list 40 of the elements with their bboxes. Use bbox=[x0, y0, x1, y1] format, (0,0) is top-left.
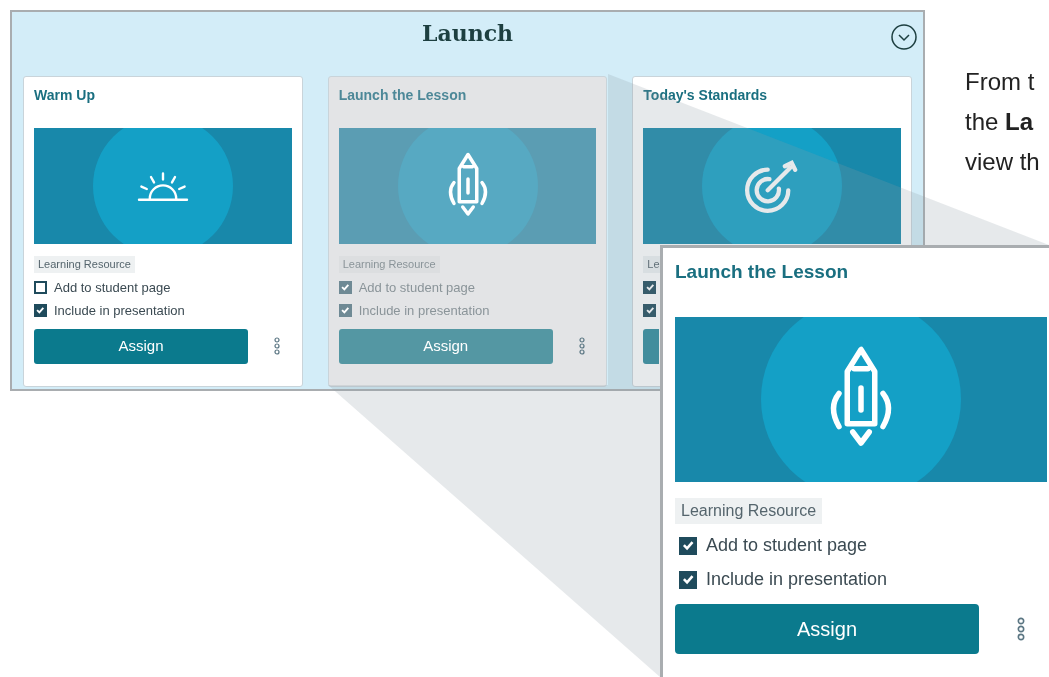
checkbox[interactable] bbox=[338, 281, 352, 294]
panel-title: Launch bbox=[421, 18, 514, 48]
checkbox[interactable] bbox=[679, 570, 697, 589]
checkbox[interactable] bbox=[34, 281, 47, 294]
option-label: Include in presentation bbox=[706, 568, 888, 591]
checkbox[interactable] bbox=[338, 304, 352, 317]
button-edge[interactable] bbox=[643, 328, 660, 364]
description-text: view th bbox=[965, 147, 1040, 177]
checkmark-icon bbox=[680, 538, 696, 553]
checkmark-icon bbox=[339, 282, 351, 293]
description-text: the La bbox=[965, 107, 1035, 137]
option-label: Add to student page bbox=[54, 278, 171, 297]
more-options-icon[interactable] bbox=[1017, 616, 1025, 641]
checkmark-icon bbox=[680, 572, 696, 587]
checkmark-icon bbox=[339, 305, 351, 316]
checkmark-icon bbox=[35, 305, 46, 316]
checkmark-icon bbox=[644, 282, 656, 293]
card-title: Launch the Lesson bbox=[675, 260, 850, 284]
checkmark-icon bbox=[644, 305, 656, 316]
card-title: Warm Up bbox=[34, 86, 96, 105]
assign-button[interactable]: Assign bbox=[338, 328, 553, 364]
resource-tag: Learning Resource bbox=[34, 256, 135, 273]
resource-tag: Learning Resource bbox=[675, 497, 823, 524]
more-options-icon[interactable] bbox=[274, 337, 280, 355]
card-title: Today's Standards bbox=[643, 86, 768, 105]
option-label: Include in presentation bbox=[54, 301, 185, 320]
assign-button[interactable]: Assign bbox=[34, 328, 248, 364]
checkbox[interactable] bbox=[34, 304, 47, 317]
option-label: Add to student page bbox=[706, 534, 868, 557]
assign-button[interactable]: Assign bbox=[675, 603, 979, 654]
more-options-icon[interactable] bbox=[578, 337, 585, 355]
checkbox[interactable] bbox=[643, 281, 657, 294]
checkbox[interactable] bbox=[679, 536, 697, 555]
collapse-icon[interactable] bbox=[891, 24, 917, 50]
card-title: Launch the Lesson bbox=[338, 86, 468, 105]
option-label: Add to student page bbox=[358, 278, 476, 297]
resource-tag: Learning Resource bbox=[338, 256, 440, 273]
description-text: From t bbox=[965, 67, 1036, 97]
option-label: Include in presentation bbox=[358, 301, 490, 320]
checkbox[interactable] bbox=[643, 304, 657, 317]
